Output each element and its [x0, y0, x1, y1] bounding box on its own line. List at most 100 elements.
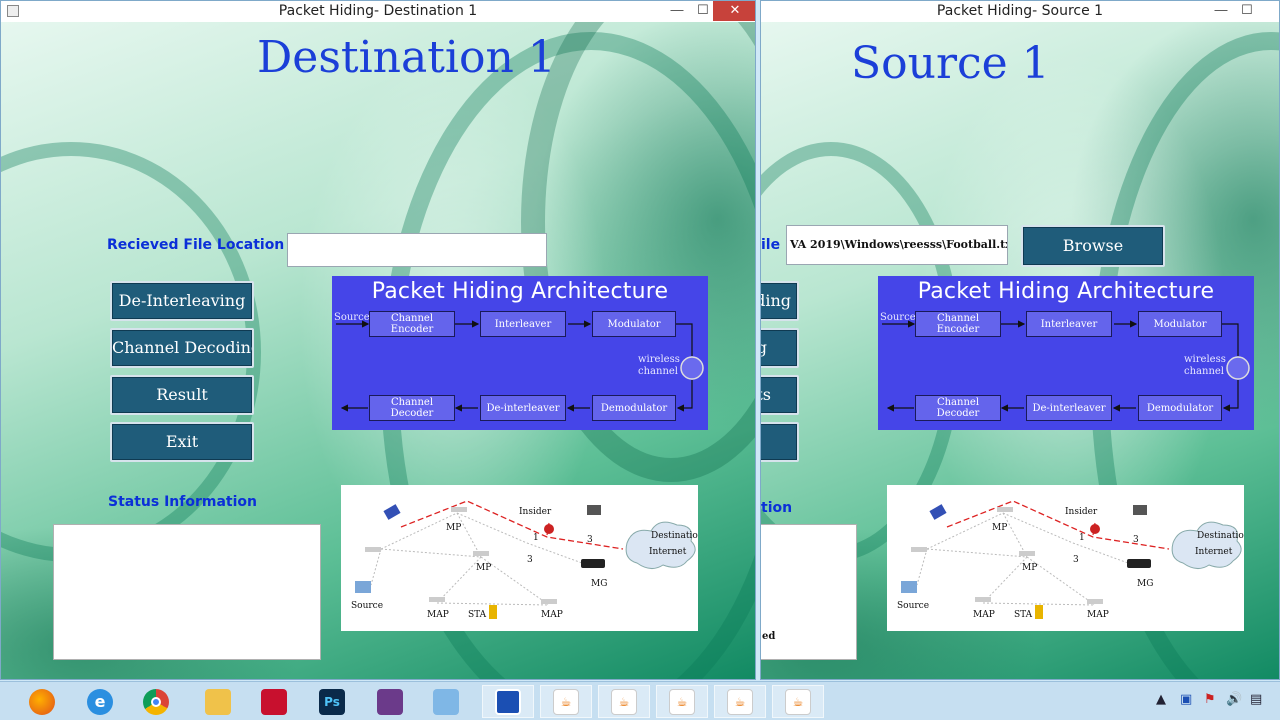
demodulator-block: Demodulator: [1138, 395, 1222, 421]
net-hop-label: 3: [1133, 535, 1139, 545]
java-ee-ide-icon[interactable]: [364, 685, 416, 718]
volume-icon[interactable]: 🔊: [1226, 692, 1242, 707]
channel-decoding-button[interactable]: Channel Decoding: [110, 328, 254, 368]
show-hidden-icons-icon[interactable]: ▲: [1156, 692, 1166, 707]
demodulator-block: Demodulator: [592, 395, 676, 421]
acrobat-icon[interactable]: [248, 685, 300, 718]
java-icon[interactable]: ☕: [772, 685, 824, 718]
channel-encoder-block: Channel Encoder: [369, 311, 455, 337]
internet-explorer-icon[interactable]: e: [74, 685, 126, 718]
partial-button[interactable]: ding: [761, 281, 799, 321]
interleaver-block: Interleaver: [1026, 311, 1112, 337]
architecture-diagram: Packet Hiding Architecture Source wirele…: [332, 276, 708, 430]
chrome-icon[interactable]: [130, 685, 182, 718]
net-destination-label: Destination: [651, 531, 698, 541]
net-internet-label: Internet: [649, 547, 687, 557]
browse-button[interactable]: Browse: [1021, 225, 1165, 267]
status-information-box[interactable]: [53, 524, 321, 660]
net-map-label: MAP: [541, 610, 563, 620]
network-diagram: Source MP MP MAP MAP STA Insider MG Dest…: [887, 485, 1244, 631]
minimize-button[interactable]: —: [1207, 1, 1235, 21]
net-hop-label: 3: [1073, 555, 1079, 565]
java-icon[interactable]: ☕: [540, 685, 592, 718]
net-sta-label: STA: [1014, 610, 1033, 620]
destination-titlebar[interactable]: Packet Hiding- Destination 1 — ☐ ✕: [1, 1, 755, 22]
net-internet-label: Internet: [1195, 547, 1233, 557]
architecture-title: Packet Hiding Architecture: [371, 279, 669, 304]
java-icon[interactable]: ☕: [714, 685, 766, 718]
destination-window-title: Packet Hiding- Destination 1: [278, 3, 478, 19]
modulator-block: Modulator: [592, 311, 676, 337]
net-map-label: MAP: [427, 610, 449, 620]
partial-button-label: ding: [761, 291, 791, 310]
net-mp-label: MP: [1022, 563, 1038, 573]
arch-wireless-label: wireless channel: [1184, 354, 1226, 377]
source-window-title: Packet Hiding- Source 1: [936, 3, 1104, 19]
maximize-button[interactable]: ☐: [1233, 1, 1261, 21]
net-mg-label: MG: [1137, 579, 1154, 589]
close-button[interactable]: ✕: [713, 1, 755, 21]
net-insider-label: Insider: [1065, 507, 1098, 517]
file-path-field[interactable]: VA 2019\Windows\reesss\Football.txt: [786, 225, 1008, 265]
partial-button-label: g: [761, 330, 767, 366]
minimize-button[interactable]: —: [663, 1, 691, 21]
java-icon[interactable]: ☕: [598, 685, 650, 718]
destination-client-area: Destination 1 Recieved File Location De-…: [1, 22, 755, 679]
partial-button[interactable]: g: [761, 328, 799, 368]
status-label: tion: [761, 500, 793, 516]
arch-source-label: Source: [334, 312, 370, 323]
file-explorer-icon[interactable]: [192, 685, 244, 718]
result-button[interactable]: Result: [110, 375, 254, 415]
arch-wireless-label: wireless channel: [638, 354, 680, 377]
page-title: Destination 1: [257, 32, 556, 83]
partial-button[interactable]: [761, 422, 799, 462]
source-titlebar[interactable]: Packet Hiding- Source 1 — ☐: [761, 1, 1279, 22]
de-interleaving-button[interactable]: De-Interleaving: [110, 281, 254, 321]
net-sta-label: STA: [468, 610, 487, 620]
net-mg-label: MG: [591, 579, 608, 589]
action-center-icon[interactable]: ⚑: [1204, 692, 1216, 707]
net-source-label: Source: [351, 601, 384, 611]
net-map-label: MAP: [1087, 610, 1109, 620]
received-file-label: Recieved File Location: [107, 237, 285, 253]
partial-button-label: ts: [761, 385, 771, 404]
status-information-label: Status Information: [108, 494, 257, 510]
status-box[interactable]: ed: [761, 524, 857, 660]
modulator-block: Modulator: [1138, 311, 1222, 337]
net-mp-label: MP: [476, 563, 492, 573]
received-file-field[interactable]: [287, 233, 547, 267]
java-icon[interactable]: ☕: [656, 685, 708, 718]
photoshop-text: Ps: [319, 688, 345, 715]
source-window: Packet Hiding- Source 1 — ☐ Source 1 ile…: [760, 0, 1280, 680]
page-title: Source 1: [851, 38, 1050, 89]
architecture-diagram: Packet Hiding Architecture Source wirele…: [878, 276, 1254, 430]
net-hop-label: 3: [587, 535, 593, 545]
net-mp-label: MP: [992, 523, 1008, 533]
exit-button[interactable]: Exit: [110, 422, 254, 462]
source-client-area: Source 1 ile VA 2019\Windows\reesss\Foot…: [761, 22, 1279, 679]
firefox-icon[interactable]: [16, 685, 68, 718]
taskbar: e Ps ☕ ☕ ☕ ☕ ☕ ▲ ▣ ⚑ 🔊 ▤: [0, 681, 1280, 720]
network-diagram: Source MP MP MAP MAP STA Insider MG Dest…: [341, 485, 698, 631]
architecture-title: Packet Hiding Architecture: [917, 279, 1215, 304]
notepad-icon[interactable]: [420, 685, 472, 718]
destination-window: Packet Hiding- Destination 1 — ☐ ✕ Desti…: [0, 0, 756, 680]
network-icon[interactable]: ▣: [1180, 692, 1192, 707]
channel-decoder-block: Channel Decoder: [369, 395, 455, 421]
net-destination-label: Destination: [1197, 531, 1244, 541]
net-insider-label: Insider: [519, 507, 552, 517]
net-mp-label: MP: [446, 523, 462, 533]
file-label: ile: [761, 237, 781, 253]
net-hop-label: 1: [1079, 533, 1085, 543]
partial-button[interactable]: ts: [761, 375, 799, 415]
remote-desktop-icon[interactable]: [482, 685, 534, 718]
photoshop-icon[interactable]: Ps: [306, 685, 358, 718]
channel-encoder-block: Channel Encoder: [915, 311, 1001, 337]
language-icon[interactable]: ▤: [1250, 692, 1262, 707]
de-interleaver-block: De-interleaver: [1026, 395, 1112, 421]
channel-decoder-block: Channel Decoder: [915, 395, 1001, 421]
status-text: ed: [762, 631, 776, 642]
net-map-label: MAP: [973, 610, 995, 620]
interleaver-block: Interleaver: [480, 311, 566, 337]
de-interleaver-block: De-interleaver: [480, 395, 566, 421]
